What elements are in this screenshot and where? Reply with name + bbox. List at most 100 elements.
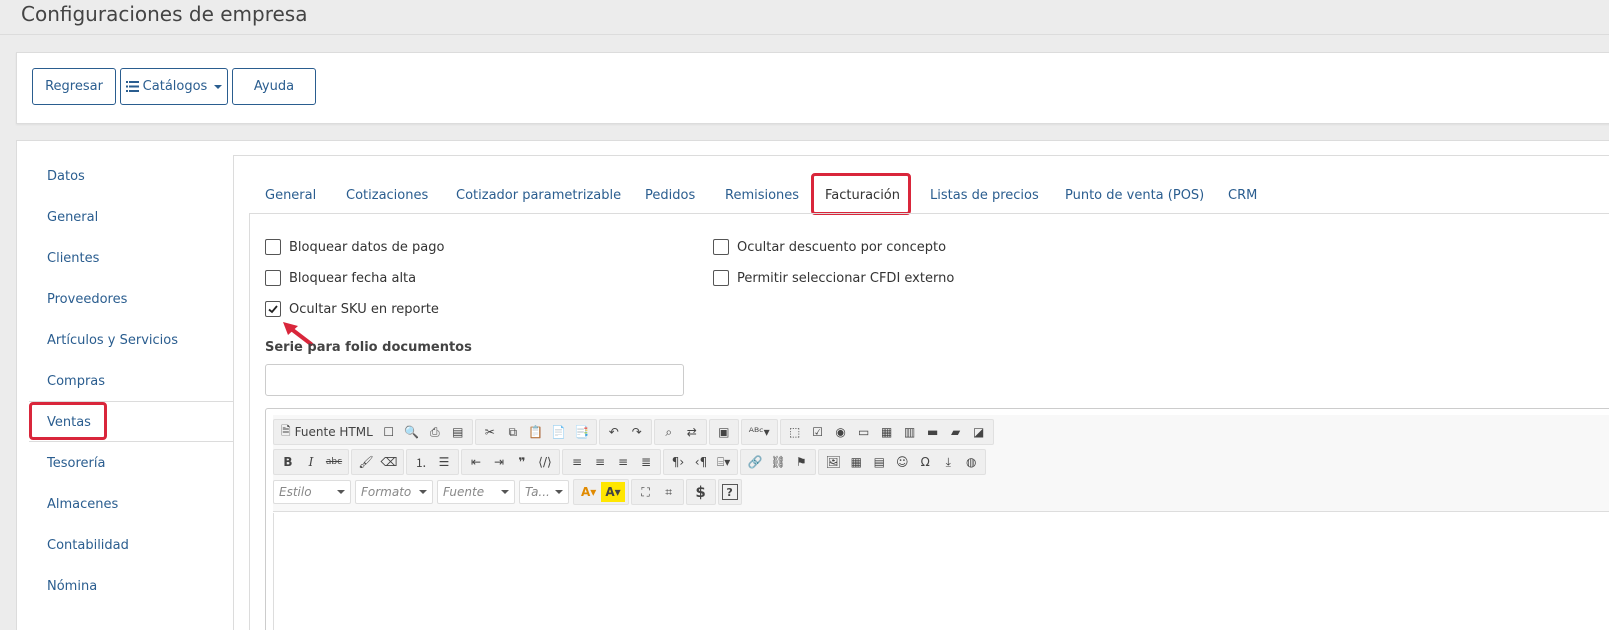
button-field-icon[interactable]: ▬ bbox=[922, 422, 944, 442]
textarea-icon[interactable]: ▦ bbox=[876, 422, 898, 442]
tab-punto-de-venta[interactable]: Punto de venta (POS) bbox=[1065, 187, 1204, 205]
select-field-icon[interactable]: ▥ bbox=[899, 422, 921, 442]
option-ocultar-sku[interactable]: Ocultar SKU en reporte bbox=[265, 301, 439, 317]
maximize-icon[interactable]: ⛶ bbox=[635, 482, 657, 502]
align-center-icon[interactable]: ≡ bbox=[589, 452, 611, 472]
print-icon[interactable]: ⎙ bbox=[424, 422, 446, 442]
page-break-icon[interactable]: ⤓ bbox=[937, 452, 959, 472]
copy-icon[interactable]: ⧉ bbox=[502, 422, 524, 442]
indent-icon[interactable]: ⇥ bbox=[488, 452, 510, 472]
ltr-icon[interactable]: ¶› bbox=[667, 452, 689, 472]
anchor-flag-icon[interactable]: ⚑ bbox=[790, 452, 812, 472]
bold-icon[interactable]: B bbox=[277, 452, 299, 472]
show-blocks-icon[interactable]: ⌗ bbox=[658, 482, 680, 502]
copy-format-icon[interactable]: 🖌 bbox=[355, 452, 377, 472]
justify-icon[interactable]: ≣ bbox=[635, 452, 657, 472]
toolbar-group: ▣ bbox=[708, 419, 739, 445]
table-icon[interactable]: ▦ bbox=[845, 452, 867, 472]
sidebar-item-general[interactable]: General bbox=[47, 209, 98, 227]
find-icon[interactable]: ⌕ bbox=[658, 422, 680, 442]
sidebar-item-datos[interactable]: Datos bbox=[47, 168, 85, 186]
select-all-icon[interactable]: ▣ bbox=[713, 422, 735, 442]
checkbox-icon[interactable]: ☑ bbox=[807, 422, 829, 442]
editor-content-area[interactable] bbox=[273, 513, 1609, 630]
checkbox[interactable] bbox=[265, 270, 281, 286]
tab-crm[interactable]: CRM bbox=[1228, 187, 1257, 205]
font-combo[interactable]: Fuente bbox=[437, 480, 515, 504]
paste-text-icon[interactable]: 📄 bbox=[548, 422, 570, 442]
option-permitir-cfdi-externo[interactable]: Permitir seleccionar CFDI externo bbox=[713, 270, 954, 286]
sidebar-item-tesoreria[interactable]: Tesorería bbox=[47, 455, 105, 473]
style-combo[interactable]: Estilo bbox=[273, 480, 351, 504]
image-button-icon[interactable]: ▰ bbox=[945, 422, 967, 442]
text-color-icon[interactable]: A▾ bbox=[577, 482, 600, 502]
tab-cotizador-parametrizable[interactable]: Cotizador parametrizable bbox=[456, 187, 621, 205]
outdent-icon[interactable]: ⇤ bbox=[465, 452, 487, 472]
catalogos-dropdown-button[interactable]: Catálogos bbox=[120, 68, 228, 105]
regresar-button[interactable]: Regresar bbox=[32, 68, 116, 105]
italic-icon[interactable]: I bbox=[300, 452, 322, 472]
tab-facturacion[interactable]: Facturación bbox=[825, 187, 900, 205]
textfield-icon[interactable]: ▭ bbox=[853, 422, 875, 442]
unlink-icon[interactable]: ⛓ bbox=[767, 452, 789, 472]
ayuda-button[interactable]: Ayuda bbox=[232, 68, 316, 105]
tab-general[interactable]: General bbox=[265, 187, 316, 205]
tab-listas-de-precios[interactable]: Listas de precios bbox=[930, 187, 1039, 205]
option-bloquear-datos-pago[interactable]: Bloquear datos de pago bbox=[265, 239, 444, 255]
sidebar-item-clientes[interactable]: Clientes bbox=[47, 250, 99, 268]
redo-icon[interactable]: ↷ bbox=[626, 422, 648, 442]
checkbox[interactable] bbox=[265, 239, 281, 255]
help-icon[interactable]: ? bbox=[721, 484, 738, 500]
cut-icon[interactable]: ✂ bbox=[479, 422, 501, 442]
checkbox-checked[interactable] bbox=[265, 301, 281, 317]
numbered-list-icon[interactable]: ⒈ bbox=[410, 452, 432, 472]
new-page-icon[interactable]: ☐ bbox=[378, 422, 400, 442]
bulleted-list-icon[interactable]: ☰ bbox=[433, 452, 455, 472]
tab-remisiones[interactable]: Remisiones bbox=[725, 187, 799, 205]
hidden-field-icon[interactable]: ◪ bbox=[968, 422, 990, 442]
toolbar-group: ⬚ ☑ ◉ ▭ ▦ ▥ ▬ ▰ ◪ bbox=[779, 419, 994, 445]
sidebar-item-ventas[interactable]: Ventas bbox=[47, 414, 91, 432]
option-ocultar-descuento[interactable]: Ocultar descuento por concepto bbox=[713, 239, 946, 255]
replace-icon[interactable]: ⇄ bbox=[681, 422, 703, 442]
special-char-icon[interactable]: Ω bbox=[914, 452, 936, 472]
format-combo[interactable]: Formato bbox=[355, 480, 433, 504]
checkbox[interactable] bbox=[713, 239, 729, 255]
sidebar-item-nomina[interactable]: Nómina bbox=[47, 578, 97, 596]
strikethrough-icon[interactable]: abc bbox=[323, 452, 345, 472]
align-left-icon[interactable]: ≡ bbox=[566, 452, 588, 472]
language-icon[interactable]: ⌸▾ bbox=[713, 452, 734, 472]
option-bloquear-fecha-alta[interactable]: Bloquear fecha alta bbox=[265, 270, 416, 286]
bg-color-icon[interactable]: A▾ bbox=[601, 482, 625, 502]
form-icon[interactable]: ⬚ bbox=[784, 422, 806, 442]
size-combo[interactable]: Ta... bbox=[519, 480, 569, 504]
sidebar-item-articulos[interactable]: Artículos y Servicios bbox=[47, 332, 178, 350]
smiley-icon[interactable]: ☺ bbox=[891, 452, 913, 472]
sidebar-item-proveedores[interactable]: Proveedores bbox=[47, 291, 127, 309]
rtl-icon[interactable]: ‹¶ bbox=[690, 452, 712, 472]
remove-format-icon[interactable]: ⌫ bbox=[378, 452, 400, 472]
paste-icon[interactable]: 📋 bbox=[525, 422, 547, 442]
tab-cotizaciones[interactable]: Cotizaciones bbox=[346, 187, 428, 205]
source-html-button[interactable]: 🗎 Fuente HTML bbox=[277, 422, 377, 442]
sidebar-item-compras[interactable]: Compras bbox=[47, 373, 105, 391]
link-icon[interactable]: 🔗 bbox=[744, 452, 766, 472]
spellcheck-icon[interactable]: ᴬᴮᶜ▾ bbox=[745, 422, 774, 442]
paste-word-icon[interactable]: 📑 bbox=[571, 422, 593, 442]
align-right-icon[interactable]: ≡ bbox=[612, 452, 634, 472]
checkbox[interactable] bbox=[713, 270, 729, 286]
div-container-icon[interactable]: ⟨/⟩ bbox=[534, 452, 556, 472]
horizontal-line-icon[interactable]: ▤ bbox=[868, 452, 890, 472]
iframe-globe-icon[interactable]: ◍ bbox=[960, 452, 982, 472]
sidebar-item-almacenes[interactable]: Almacenes bbox=[47, 496, 118, 514]
blockquote-icon[interactable]: ❞ bbox=[511, 452, 533, 472]
serie-input[interactable] bbox=[265, 364, 684, 396]
undo-icon[interactable]: ↶ bbox=[603, 422, 625, 442]
templates-icon[interactable]: ▤ bbox=[447, 422, 469, 442]
radio-icon[interactable]: ◉ bbox=[830, 422, 852, 442]
dollar-icon[interactable]: $ bbox=[690, 482, 712, 502]
preview-icon[interactable]: 🔍 bbox=[401, 422, 423, 442]
sidebar-item-contabilidad[interactable]: Contabilidad bbox=[47, 537, 129, 555]
image-icon[interactable]: 🖼 bbox=[822, 452, 844, 472]
tab-pedidos[interactable]: Pedidos bbox=[645, 187, 695, 205]
